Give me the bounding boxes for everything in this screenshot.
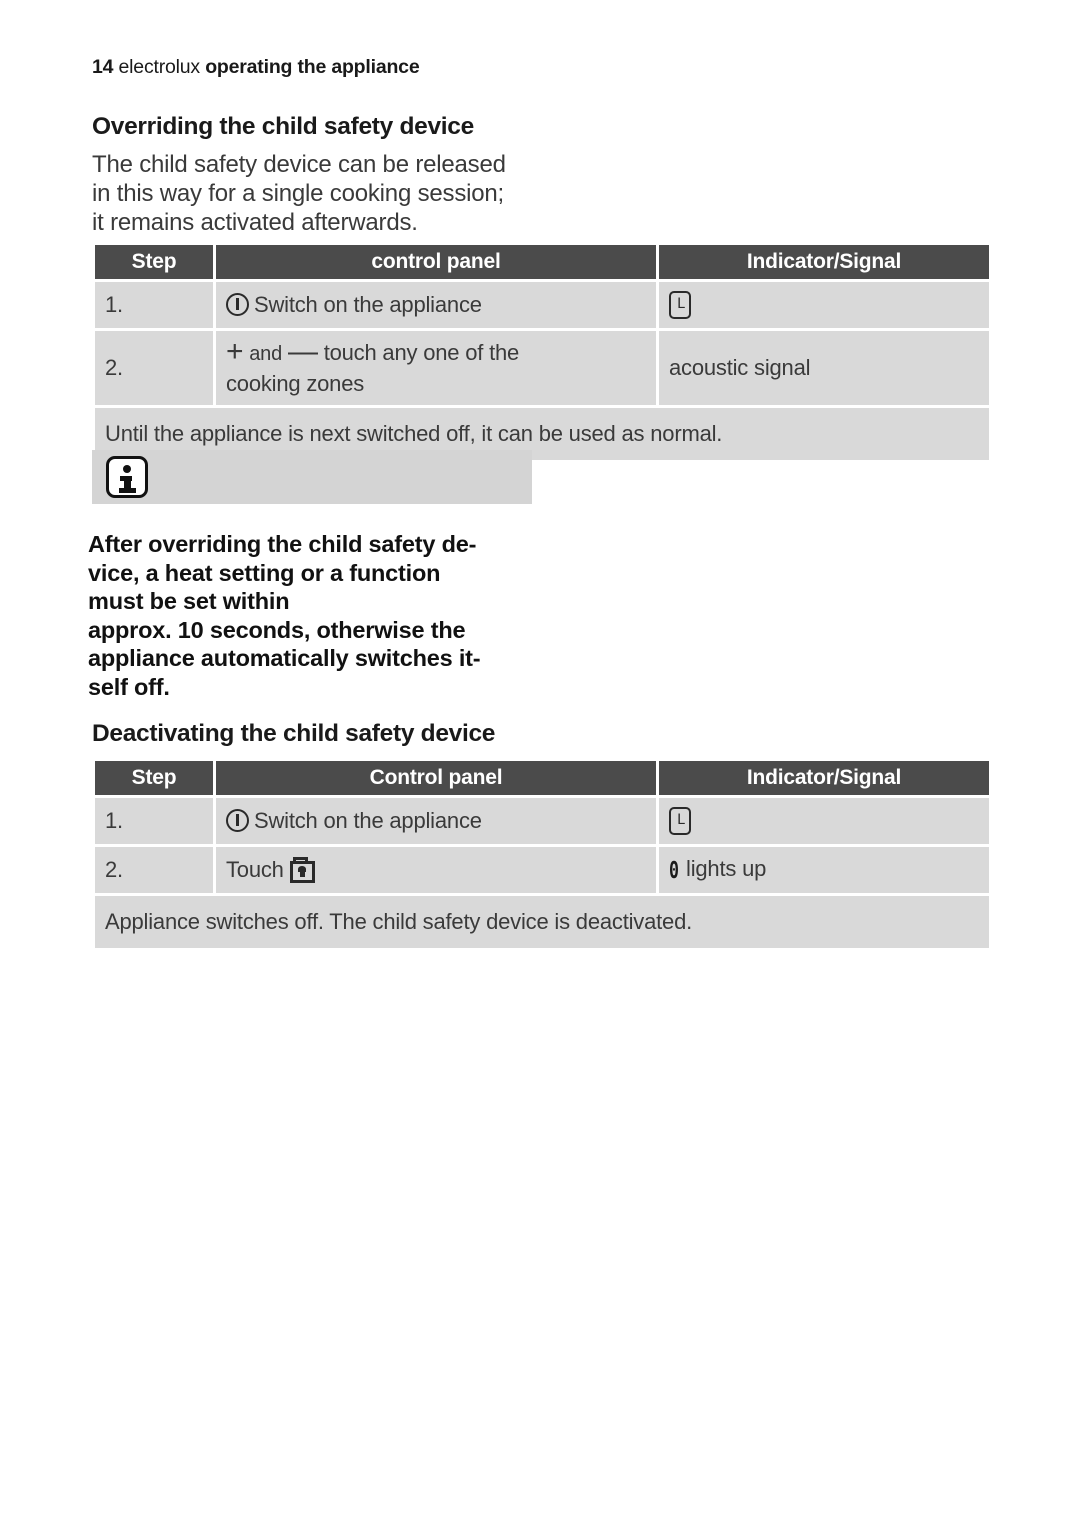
- info-banner-tail: [422, 450, 532, 504]
- table-footer-row: Appliance switches off. The child safety…: [95, 896, 989, 948]
- note-line: vice, a heat setting or a function: [88, 559, 441, 586]
- cell-control-panel: Switch on the appliance: [216, 282, 656, 328]
- indicator-L-box-icon: L: [669, 291, 691, 319]
- table-row: 2. Touch 0 lights up: [95, 847, 989, 893]
- section-name: operating the appliance: [205, 56, 420, 78]
- note-line: After overriding the child safety de-: [88, 531, 477, 557]
- intro-paragraph: The child safety device can be released …: [92, 150, 562, 237]
- table-header-row: Step Control panel Indicator/Signal: [95, 761, 989, 795]
- conjunction-and: and: [249, 343, 283, 365]
- heading-overriding-child-safety: Overriding the child safety device: [92, 113, 474, 140]
- heading-deactivating-child-safety: Deactivating the child safety device: [92, 720, 496, 747]
- cell-panel-text: Switch on the appliance: [254, 292, 482, 317]
- cell-panel-text-line1: touch any one of the: [323, 340, 520, 365]
- cell-step-number: 2.: [95, 331, 213, 405]
- seven-segment-zero-icon: 0: [669, 858, 679, 884]
- cell-step-number: 1.: [95, 282, 213, 328]
- note-line: approx. 10 seconds, otherwise the: [88, 616, 466, 643]
- page-number: 14: [92, 56, 114, 78]
- power-icon: [226, 293, 249, 316]
- indicator-L-box-icon: L: [669, 807, 691, 835]
- table-row: 1. Switch on the appliance L: [95, 282, 989, 328]
- cell-control-panel: Switch on the appliance: [216, 798, 656, 844]
- note-line: self off.: [88, 673, 170, 700]
- table-overriding-child-safety: Step control panel Indicator/Signal 1. S…: [92, 242, 992, 463]
- information-icon-dot: [123, 465, 131, 473]
- cell-indicator-signal: 0 lights up: [659, 847, 989, 893]
- brand-name: electrolux: [118, 56, 201, 78]
- intro-line: in this way for a single cooking session…: [92, 180, 505, 207]
- intro-line: it remains activated afterwards.: [92, 209, 418, 236]
- cell-indicator-signal: L: [659, 798, 989, 844]
- cell-indicator-signal: L: [659, 282, 989, 328]
- cell-panel-text: Touch: [226, 857, 284, 882]
- running-header: 14 electrolux operating the appliance: [92, 56, 420, 79]
- minus-symbol: —: [287, 335, 318, 368]
- plus-symbol: +: [226, 335, 244, 368]
- cell-indicator-signal: acoustic signal: [659, 331, 989, 405]
- table-deactivating-child-safety: Step Control panel Indicator/Signal 1. S…: [92, 758, 992, 951]
- cell-panel-text: Switch on the appliance: [254, 808, 482, 833]
- table-row: 2. + and — touch any one of the cooking …: [95, 331, 989, 405]
- document-page: 14 electrolux operating the appliance Ov…: [0, 0, 1080, 1529]
- note-line: appliance automatically switches it-: [88, 645, 481, 671]
- info-banner: [92, 450, 532, 504]
- cell-panel-text-line2: cooking zones: [226, 371, 365, 396]
- cell-control-panel: + and — touch any one of the cooking zon…: [216, 331, 656, 405]
- column-header-step: Step: [95, 245, 213, 279]
- table-header-row: Step control panel Indicator/Signal: [95, 245, 989, 279]
- column-header-step: Step: [95, 761, 213, 795]
- indicator-L-glyph: L: [677, 812, 686, 828]
- cell-signal-text: lights up: [686, 856, 767, 881]
- table-footer-note: Appliance switches off. The child safety…: [95, 896, 989, 948]
- column-header-indicator-signal: Indicator/Signal: [659, 761, 989, 795]
- info-note-text: After overriding the child safety de- vi…: [88, 530, 558, 701]
- information-icon-foot: [118, 488, 136, 493]
- cell-control-panel: Touch: [216, 847, 656, 893]
- intro-line: The child safety device can be released: [92, 151, 506, 178]
- lock-icon: [289, 857, 315, 883]
- column-header-control-panel: Control panel: [216, 761, 656, 795]
- note-line: must be set within: [88, 588, 290, 614]
- power-icon: [226, 809, 249, 832]
- table-row: 1. Switch on the appliance L: [95, 798, 989, 844]
- indicator-L-glyph: L: [677, 296, 686, 312]
- lock-icon-key: [299, 867, 305, 877]
- cell-step-number: 2.: [95, 847, 213, 893]
- cell-step-number: 1.: [95, 798, 213, 844]
- information-icon: [106, 456, 148, 498]
- column-header-indicator-signal: Indicator/Signal: [659, 245, 989, 279]
- column-header-control-panel: control panel: [216, 245, 656, 279]
